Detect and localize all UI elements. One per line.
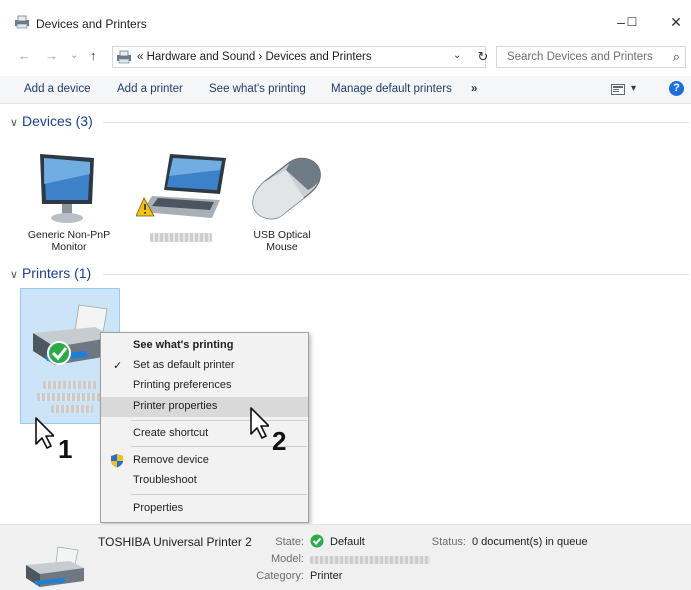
printer-name: TOSHIBA Universal Printer 2	[98, 535, 252, 549]
device-label-line: Mouse	[266, 241, 298, 253]
group-divider	[103, 122, 689, 123]
search-icon[interactable]: ⌕	[673, 49, 680, 65]
add-device-button[interactable]: Add a device	[24, 83, 91, 95]
back-button[interactable]: ←	[18, 48, 31, 63]
menu-separator	[131, 494, 307, 495]
menu-separator	[131, 420, 307, 421]
search-input[interactable]: Search Devices and Printers ⌕	[496, 46, 686, 68]
group-divider	[103, 274, 689, 275]
refresh-icon[interactable]: ↻	[473, 46, 493, 68]
address-bar[interactable]: « Hardware and Sound › Devices and Print…	[112, 46, 486, 68]
menu-item-label: Remove device	[133, 454, 209, 466]
chevron-down-icon[interactable]: ∨	[10, 117, 18, 129]
mouse-cursor-icon	[250, 407, 269, 439]
help-icon[interactable]: ?	[669, 81, 684, 96]
command-toolbar: Add a device Add a printer See what's pr…	[0, 76, 691, 104]
printer-icon	[26, 546, 84, 587]
device-label: Generic Non-PnP Monitor	[18, 229, 120, 253]
menu-item-see-whats-printing[interactable]: See what's printing	[101, 336, 308, 356]
title-bar: Devices and Printers – ☐ ✕	[0, 0, 691, 38]
menu-item-label: Set as default printer	[133, 359, 235, 371]
menu-item-label: See what's printing	[133, 339, 234, 351]
menu-item-printer-properties[interactable]: Printer properties	[101, 397, 308, 417]
breadcrumb[interactable]: « Hardware and Sound › Devices and Print…	[137, 51, 372, 63]
maximize-button[interactable]: ☐	[617, 11, 647, 33]
menu-item-label: Troubleshoot	[133, 474, 197, 486]
close-button[interactable]: ✕	[661, 11, 691, 33]
more-commands-button[interactable]: »	[471, 83, 477, 95]
default-check-icon	[310, 534, 324, 548]
menu-item-label: Printer properties	[133, 400, 218, 412]
model-label: Model:	[270, 553, 304, 565]
device-mouse[interactable]: USB Optical Mouse	[236, 150, 328, 262]
chevron-down-icon[interactable]: ⌄	[453, 50, 461, 61]
menu-item-troubleshoot[interactable]: Troubleshoot	[101, 471, 308, 491]
redacted-printer-name	[51, 405, 93, 413]
device-laptop[interactable]	[130, 150, 234, 262]
category-value: Printer	[310, 570, 343, 582]
state-value: Default	[330, 536, 365, 548]
device-label-line: Generic Non-PnP	[27, 229, 111, 241]
devices-printers-icon	[15, 15, 29, 29]
uac-shield-icon	[111, 454, 123, 468]
printers-group-header[interactable]: ∨ Printers (1)	[10, 265, 91, 281]
monitor-icon	[40, 154, 94, 223]
menu-item-printing-preferences[interactable]: Printing preferences	[101, 376, 308, 396]
menu-item-set-default[interactable]: ✓ Set as default printer	[101, 356, 308, 376]
up-button[interactable]: ↑	[90, 48, 97, 63]
printers-group-label: Printers (1)	[21, 265, 92, 281]
redacted-printer-name	[37, 393, 103, 401]
menu-item-properties[interactable]: Properties	[101, 499, 308, 519]
checkmark-icon: ✓	[113, 360, 123, 372]
menu-item-label: Properties	[133, 502, 184, 514]
see-whats-printing-button[interactable]: See what's printing	[209, 83, 306, 95]
details-pane: TOSHIBA Universal Printer 2 State: Defau…	[0, 524, 691, 590]
mouse-cursor-icon	[35, 417, 54, 449]
view-options-icon[interactable]	[611, 84, 625, 95]
redacted-model-value	[310, 556, 430, 564]
window-title: Devices and Printers	[36, 17, 147, 31]
mouse-icon	[252, 157, 321, 220]
chevron-down-icon[interactable]: ∨	[10, 269, 18, 281]
redacted-device-name	[150, 233, 212, 242]
devices-printers-icon	[117, 50, 131, 64]
view-dropdown-icon[interactable]: ▾	[631, 83, 636, 94]
devices-group-header[interactable]: ∨ Devices (3)	[10, 113, 93, 129]
forward-button[interactable]: →	[45, 48, 58, 63]
menu-item-label: Create shortcut	[133, 427, 209, 439]
device-label-line: USB Optical	[253, 229, 311, 241]
add-printer-button[interactable]: Add a printer	[117, 83, 183, 95]
device-label-line: Monitor	[51, 241, 87, 253]
step-callout-1: 1	[58, 434, 73, 464]
menu-item-label: Printing preferences	[133, 379, 232, 391]
laptop-icon	[136, 154, 226, 218]
devices-group-label: Devices (3)	[21, 113, 93, 129]
category-label: Category:	[256, 570, 304, 582]
status-value: 0 document(s) in queue	[472, 536, 588, 548]
device-monitor[interactable]: Generic Non-PnP Monitor	[18, 150, 120, 262]
recent-locations-button[interactable]: ⌄	[70, 50, 78, 61]
state-label: State:	[275, 536, 304, 548]
redacted-printer-name	[43, 381, 97, 389]
step-callout-2: 2	[272, 426, 287, 456]
manage-default-printers-button[interactable]: Manage default printers	[331, 83, 452, 95]
search-placeholder: Search Devices and Printers	[507, 51, 653, 63]
status-label: Status:	[431, 536, 466, 548]
device-label: USB Optical Mouse	[236, 229, 328, 253]
